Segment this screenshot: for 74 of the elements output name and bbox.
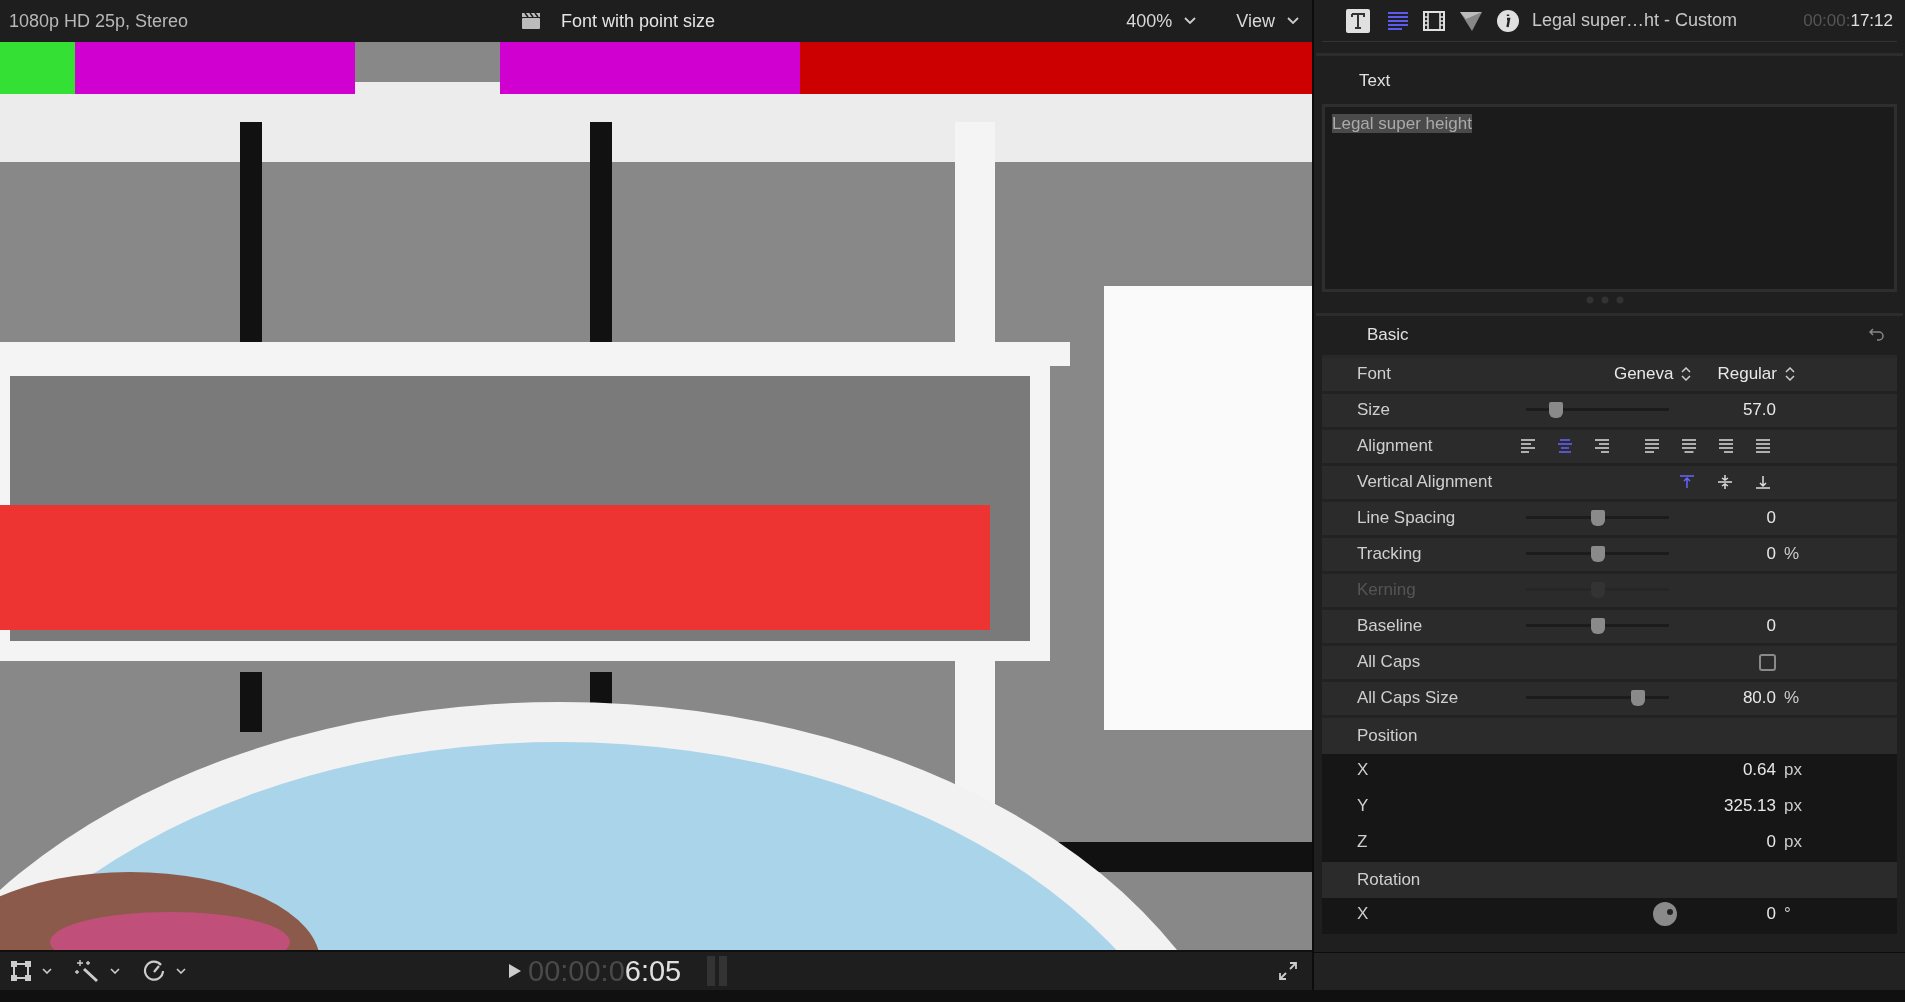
reset-icon[interactable] [1869,327,1885,343]
field-label: Vertical Alignment [1357,471,1493,494]
caret-icon [1184,17,1197,25]
unit-label: ° [1783,903,1792,926]
field-label: Alignment [1357,435,1433,458]
value-text: 0 [1766,615,1776,638]
clip-title: Font with point size [561,9,716,33]
zoom-menu[interactable]: 400% [1126,7,1197,35]
clip-name: Legal super…ht - Custom [1532,9,1738,32]
value-text: 80.0 [1742,687,1776,710]
text-field[interactable]: Legal super height [1322,103,1897,292]
unit-label: % [1783,687,1801,710]
caret-icon [1287,17,1299,25]
slider-thumb[interactable] [1590,546,1605,562]
checkbox[interactable] [1759,653,1776,671]
info-tab[interactable] [1496,8,1520,33]
caret-icon[interactable] [176,968,186,974]
unit-label: % [1783,543,1801,566]
field-label: Baseline [1357,615,1423,638]
slider-thumb[interactable] [1630,690,1645,706]
speedometer-icon[interactable] [142,959,166,983]
rotation-dial[interactable] [1652,901,1678,927]
unit-label: px [1783,795,1803,818]
value-text: 0.64 [1742,759,1776,782]
field-label: Y [1357,795,1369,818]
align-right-button[interactable] [1594,438,1610,454]
unit-label: px [1783,759,1803,782]
play-icon[interactable] [508,963,522,979]
value-text: 57.0 [1742,399,1776,422]
field-label: Z [1357,831,1368,854]
section-title: Text [1359,70,1392,92]
view-menu[interactable]: View [1236,7,1299,35]
transform-icon[interactable] [10,960,32,982]
align-justify-full-button[interactable] [1755,438,1771,454]
field-label: Position [1357,724,1418,747]
text-tab[interactable] [1386,9,1410,32]
value-text: 0 [1766,507,1776,530]
field-label: All Caps Size [1357,687,1459,710]
value-text: 325.13 [1724,795,1776,818]
font-style-popup[interactable]: Regular [1717,361,1795,387]
field-label: X [1357,903,1369,926]
caret-icon[interactable] [110,968,120,974]
align-justify-center-button[interactable] [1681,438,1697,454]
up-down-arrows-icon [1681,367,1692,381]
unit-label: px [1783,831,1803,854]
valign-top-button[interactable] [1679,474,1695,490]
field-label: Rotation [1357,868,1421,891]
caret-icon[interactable] [42,968,52,974]
format-label: 1080p HD 25p, Stereo [9,9,190,33]
align-justify-left-button[interactable] [1644,438,1660,454]
up-down-arrows-icon [1785,367,1795,381]
field-label: Size [1357,399,1391,422]
font-family-popup[interactable]: Geneva [1613,361,1692,387]
slider-thumb[interactable] [1549,402,1563,418]
field-label: X [1357,759,1369,782]
field-label: Tracking [1357,543,1422,566]
field-label: All Caps [1357,651,1421,674]
slider-thumb[interactable] [1590,510,1605,526]
magic-wand-icon[interactable] [74,959,100,983]
video-tab[interactable] [1422,9,1446,32]
section-title: Basic [1367,324,1409,347]
valign-middle-button[interactable] [1717,474,1733,490]
align-justify-right-button[interactable] [1718,438,1734,454]
valign-bottom-button[interactable] [1755,474,1771,490]
field-label: Line Spacing [1357,507,1456,530]
clapperboard-icon [521,12,541,30]
value-text: 0 [1766,543,1776,566]
align-center-button[interactable] [1557,438,1573,454]
field-label: Font [1357,363,1392,386]
value-text: 0 [1766,831,1776,854]
fullscreen-icon[interactable] [1278,961,1298,981]
slider-thumb[interactable] [1590,618,1605,634]
align-left-button[interactable] [1520,438,1536,454]
value-text: 0 [1766,903,1776,926]
